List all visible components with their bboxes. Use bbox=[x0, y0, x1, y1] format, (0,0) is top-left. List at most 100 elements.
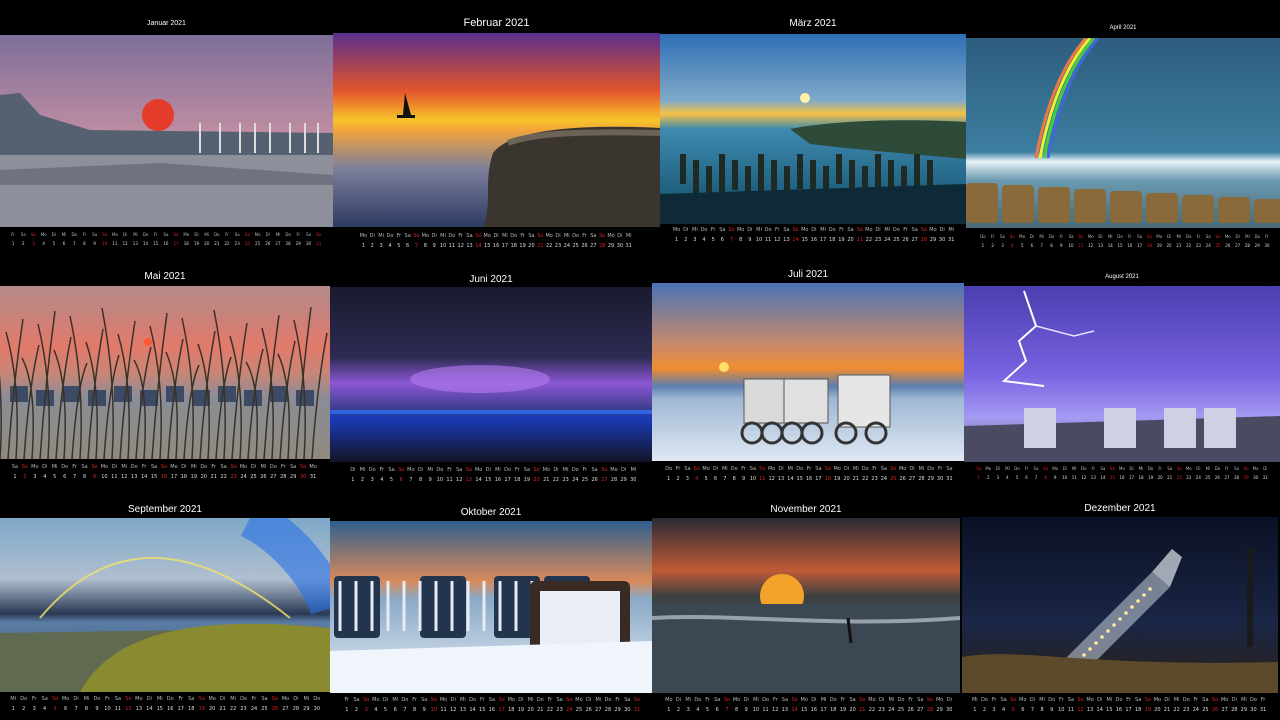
weekday-label: Mo bbox=[61, 696, 70, 702]
weekday-label: Di bbox=[1235, 234, 1240, 239]
weekday-label: Mo bbox=[1019, 697, 1027, 703]
day-number: 4 bbox=[1006, 475, 1009, 480]
weekday-label: Di bbox=[743, 697, 749, 703]
weekday-label: Mi bbox=[1205, 466, 1211, 471]
day-number: 9 bbox=[748, 237, 752, 243]
day-number: 27 bbox=[270, 474, 277, 480]
day-number: 30 bbox=[616, 243, 624, 249]
weekday-label: So bbox=[633, 697, 641, 703]
day-number: 12 bbox=[1077, 707, 1084, 713]
calendar-strip: Fr Sa So Mo Di Mi Do Fr Sa So Mo Di Mi Do Fr Sa So Mo Di Mi… bbox=[342, 697, 642, 713]
weekday-label: Di bbox=[431, 233, 437, 239]
day-number: 28 bbox=[918, 476, 925, 482]
weekday-row: Mi Do Fr Sa So Mo Di Mi Do Fr Sa So Mo Di Mi Do Fr Sa So Mo… bbox=[970, 697, 1268, 703]
day-number: 15 bbox=[484, 243, 491, 249]
weekday-label: Sa bbox=[590, 233, 597, 239]
weekday-label: Mo bbox=[407, 467, 415, 473]
day-number: 4 bbox=[695, 476, 699, 482]
weekday-label: Di bbox=[712, 466, 719, 472]
weekday-label: Mi bbox=[1039, 697, 1045, 703]
day-number: 14 bbox=[140, 474, 148, 480]
day-number: 24 bbox=[1192, 707, 1199, 713]
day-number: 1 bbox=[345, 707, 349, 713]
weekday-label: So bbox=[1144, 697, 1151, 703]
weekday-label: Do bbox=[927, 466, 935, 472]
weekday-row: Sa So Mo Di Mi Do Fr Sa So Mo Di Mi Do Fr Sa So Mo Di Mi Do… bbox=[10, 464, 318, 470]
weekday-label: Fr bbox=[82, 232, 87, 237]
weekday-label: Do bbox=[20, 696, 28, 702]
calendar-strip: Do Fr Sa So Mo Di Mi Do Fr Sa So Mo Di Mi Do Fr Sa So Mo Di… bbox=[978, 234, 1272, 248]
day-row: 1 2 3 4 5 6 7 8 9 10 11 12 13 14 15 16 17 18 19 20 21 22 23 24 2… bbox=[10, 474, 318, 480]
day-number: 23 bbox=[871, 476, 878, 482]
day-number: 26 bbox=[260, 474, 267, 480]
weekday-label: Mo bbox=[610, 467, 618, 473]
weekday-label: Sa bbox=[11, 464, 19, 470]
day-number: 5 bbox=[53, 474, 57, 480]
weekday-label: Do bbox=[1147, 466, 1154, 471]
day-number: 19 bbox=[1156, 243, 1162, 248]
day-number: 21 bbox=[214, 241, 220, 246]
weekday-label: Mo bbox=[736, 227, 745, 233]
day-number: 29 bbox=[936, 707, 943, 713]
weekday-label: Do bbox=[604, 697, 612, 703]
day-number: 28 bbox=[599, 243, 606, 249]
day-number: 29 bbox=[1254, 243, 1260, 248]
day-number: 8 bbox=[83, 241, 86, 246]
weekday-label: Sa bbox=[421, 697, 428, 703]
weekday-label: Fr bbox=[840, 697, 846, 703]
day-number: 3 bbox=[996, 475, 1000, 480]
weekday-label: Mo bbox=[1019, 234, 1026, 239]
weekday-label: Fr bbox=[710, 227, 716, 233]
day-number: 13 bbox=[777, 476, 785, 482]
day-number: 16 bbox=[488, 707, 496, 713]
day-number: 29 bbox=[929, 237, 937, 243]
weekday-label: Fr bbox=[772, 697, 778, 703]
weekday-label: Mo bbox=[800, 697, 808, 703]
day-number: 8 bbox=[423, 243, 427, 249]
weekday-label: Fr bbox=[839, 227, 844, 233]
day-number: 22 bbox=[552, 477, 560, 483]
weekday-label: Mi bbox=[392, 697, 399, 703]
calendar-strip: Mo Di Mi Do Fr Sa So Mo Di Mi Do Fr Sa So Mo Di Mi Do Fr Sa… bbox=[664, 697, 954, 713]
day-number: 25 bbox=[255, 241, 261, 246]
day-number: 18 bbox=[183, 241, 189, 246]
day-number: 15 bbox=[153, 241, 159, 246]
weekday-label: Di bbox=[811, 697, 817, 703]
weekday-label: Mo bbox=[665, 697, 673, 703]
month-title: Juli 2021 bbox=[787, 269, 829, 280]
weekday-label: Do bbox=[448, 233, 456, 239]
day-number: 19 bbox=[1144, 707, 1151, 713]
weekday-label: Mo bbox=[1156, 234, 1163, 239]
day-number: 20 bbox=[1166, 243, 1172, 248]
weekday-label: Fr bbox=[547, 697, 553, 703]
weekday-label: So bbox=[475, 233, 482, 239]
day-number: 26 bbox=[902, 237, 909, 243]
weekday-label: Mo bbox=[507, 697, 515, 703]
weekday-label: Di bbox=[1263, 466, 1268, 471]
weekday-label: Fr bbox=[937, 466, 943, 472]
day-number: 13 bbox=[459, 707, 467, 713]
weekday-label: Mo bbox=[474, 467, 483, 473]
day-number: 14 bbox=[146, 706, 153, 712]
weekday-label: Mo bbox=[372, 697, 380, 703]
month-title: Februar 2021 bbox=[463, 17, 530, 29]
weekday-label: Do bbox=[1250, 697, 1257, 703]
weekday-label: Sa bbox=[150, 464, 158, 470]
weekday-label: Mo bbox=[421, 233, 430, 239]
day-number: 21 bbox=[1163, 707, 1171, 713]
day-number: 29 bbox=[607, 243, 615, 249]
day-number: 3 bbox=[32, 241, 35, 246]
day-number: 9 bbox=[1050, 707, 1054, 713]
day-number: 26 bbox=[1225, 243, 1231, 248]
day-number: 23 bbox=[554, 243, 562, 249]
calendar-panel-maerz: März 2021 Mo Di Mi Do Fr Sa So Mo Di Mi Do Fr Sa So Mo… bbox=[660, 10, 966, 252]
day-number: 28 bbox=[1231, 707, 1238, 713]
day-number: 28 bbox=[604, 707, 612, 713]
day-number: 31 bbox=[625, 243, 632, 249]
groynes-sunset-photo-image bbox=[660, 34, 966, 224]
day-number: 31 bbox=[1262, 475, 1268, 480]
weekday-label: Mi bbox=[1176, 234, 1182, 239]
day-number: 9 bbox=[1060, 243, 1063, 248]
weekday-label: Mo bbox=[254, 232, 261, 237]
weekday-label: So bbox=[1215, 234, 1221, 239]
